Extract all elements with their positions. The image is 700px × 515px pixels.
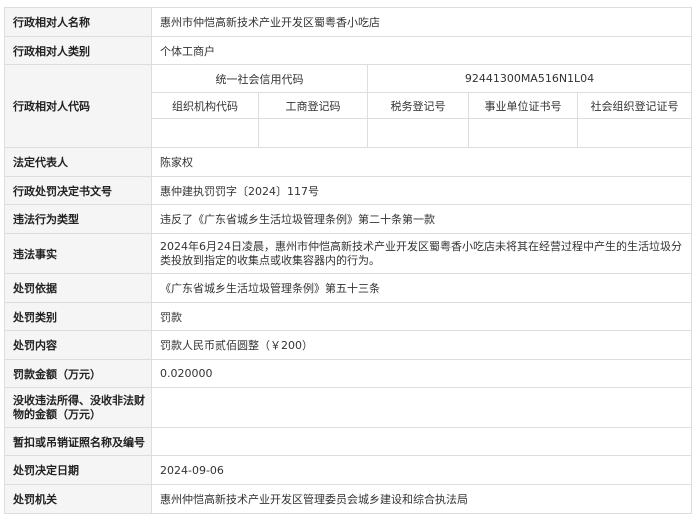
value-amount: 0.020000: [150, 359, 693, 388]
label-doc-no: 行政处罚决定书文号: [4, 176, 152, 205]
social-org-header: 社会组织登记证号: [576, 92, 693, 119]
label-date: 处罚决定日期: [4, 455, 152, 485]
value-license: [150, 427, 693, 456]
row-violation-type: 违法行为类型 违反了《广东省城乡生活垃圾管理条例》第二十条第一款: [4, 204, 693, 234]
org-code-header: 组织机构代码: [151, 92, 259, 119]
value-type: 罚款: [150, 302, 693, 331]
row-basis: 处罚依据 《广东省城乡生活垃圾管理条例》第五十三条: [4, 273, 693, 303]
row-codes-uscc: 行政相对人代码 统一社会信用代码 92441300MA516N1L04: [4, 64, 693, 148]
value-violation-type: 违反了《广东省城乡生活垃圾管理条例》第二十条第一款: [150, 204, 693, 234]
org-code-value: [151, 118, 259, 148]
value-date: 2024-09-06: [150, 455, 693, 485]
label-legal-rep: 法定代表人: [4, 147, 152, 177]
value-authority: 惠州仲恺高新技术产业开发区管理委员会城乡建设和综合执法局: [150, 484, 693, 514]
label-basis: 处罚依据: [4, 273, 152, 303]
business-reg-header: 工商登记码: [258, 92, 368, 119]
label-type: 处罚类别: [4, 302, 152, 331]
row-content: 处罚内容 罚款人民币贰佰圆整（￥200）: [4, 330, 693, 360]
label-authority: 处罚机关: [4, 484, 152, 514]
row-type: 处罚类别 罚款: [4, 302, 693, 331]
label-confiscation: 没收违法所得、没收非法财物的金额（万元）: [4, 387, 152, 428]
row-confiscation: 没收违法所得、没收非法财物的金额（万元）: [4, 387, 693, 428]
uscc-value: 92441300MA516N1L04: [366, 64, 693, 93]
value-basis: 《广东省城乡生活垃圾管理条例》第五十三条: [150, 273, 693, 303]
value-name: 惠州市仲恺高新技术产业开发区蜀粤香小吃店: [150, 7, 693, 37]
label-amount: 罚款金额（万元）: [4, 359, 152, 388]
row-name: 行政相对人名称 惠州市仲恺高新技术产业开发区蜀粤香小吃店: [4, 7, 693, 37]
uscc-label: 统一社会信用代码: [151, 64, 368, 93]
label-facts: 违法事实: [4, 233, 152, 274]
label-confiscation-text: 没收违法所得、没收非法财物的金额（万元）: [13, 393, 145, 421]
label-name: 行政相对人名称: [4, 7, 152, 37]
tax-reg-header: 税务登记号: [367, 92, 469, 119]
label-license: 暂扣或吊销证照名称及编号: [4, 427, 152, 456]
label-category: 行政相对人类别: [4, 36, 152, 65]
penalty-record-table: 行政相对人名称 惠州市仲恺高新技术产业开发区蜀粤香小吃店 行政相对人类别 个体工…: [4, 7, 693, 514]
row-category: 行政相对人类别 个体工商户: [4, 36, 693, 65]
value-facts: 2024年6月24日凌晨，惠州市仲恺高新技术产业开发区蜀粤香小吃店未将其在经营过…: [150, 233, 693, 274]
row-authority: 处罚机关 惠州仲恺高新技术产业开发区管理委员会城乡建设和综合执法局: [4, 484, 693, 514]
row-doc-no: 行政处罚决定书文号 惠仲建执罚罚字〔2024〕117号: [4, 176, 693, 205]
label-violation-type: 违法行为类型: [4, 204, 152, 234]
social-org-value: [576, 118, 693, 148]
value-content: 罚款人民币贰佰圆整（￥200）: [150, 330, 693, 360]
business-reg-value: [258, 118, 368, 148]
row-facts: 违法事实 2024年6月24日凌晨，惠州市仲恺高新技术产业开发区蜀粤香小吃店未将…: [4, 233, 693, 274]
institution-cert-value: [468, 118, 578, 148]
row-license: 暂扣或吊销证照名称及编号: [4, 427, 693, 456]
tax-reg-value: [367, 118, 469, 148]
value-doc-no: 惠仲建执罚罚字〔2024〕117号: [150, 176, 693, 205]
value-legal-rep: 陈家权: [150, 147, 693, 177]
row-legal-rep: 法定代表人 陈家权: [4, 147, 693, 177]
row-date: 处罚决定日期 2024-09-06: [4, 455, 693, 485]
label-codes: 行政相对人代码: [4, 64, 152, 148]
institution-cert-header: 事业单位证书号: [468, 92, 578, 119]
label-content: 处罚内容: [4, 330, 152, 360]
value-confiscation: [150, 387, 693, 428]
value-category: 个体工商户: [150, 36, 693, 65]
row-amount: 罚款金额（万元） 0.020000: [4, 359, 693, 388]
